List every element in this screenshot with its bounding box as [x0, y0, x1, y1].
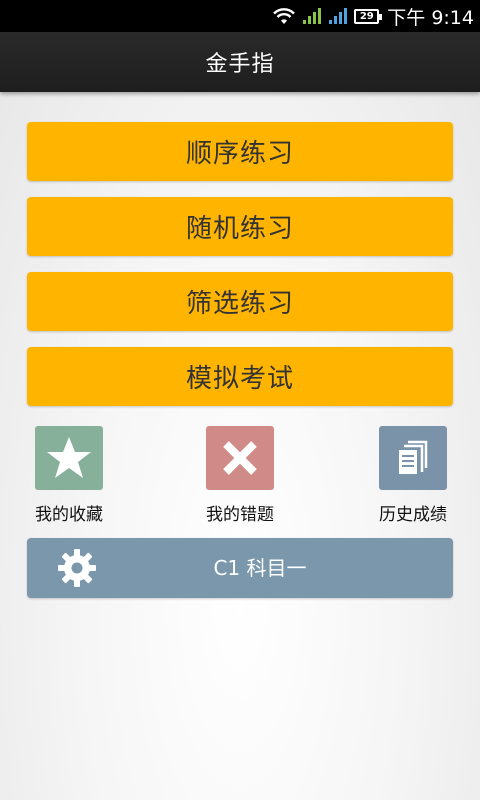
favorites-tile[interactable]: [35, 426, 103, 490]
close-icon: [223, 441, 257, 475]
filter-practice-button[interactable]: 筛选练习: [27, 272, 453, 331]
app-title: 金手指: [205, 52, 275, 77]
star-icon: [47, 437, 91, 478]
favorites-label: 我的收藏: [35, 505, 103, 525]
battery-icon: 29: [354, 8, 383, 24]
wifi-icon: [273, 8, 296, 24]
status-bar: 29 下午 9:14: [0, 0, 480, 32]
mock-exam-button[interactable]: 模拟考试: [27, 347, 453, 406]
history-scores-shortcut[interactable]: 历史成绩: [353, 426, 473, 525]
documents-icon: [399, 440, 428, 474]
subject-label: C1 科目一: [213, 556, 307, 580]
signal-icon: [329, 8, 348, 24]
wrong-questions-shortcut[interactable]: 我的错题: [180, 426, 300, 525]
wrong-questions-tile[interactable]: [206, 426, 274, 490]
status-time: 下午 9:14: [387, 6, 474, 29]
random-practice-button[interactable]: 随机练习: [27, 197, 453, 256]
history-scores-tile[interactable]: [379, 426, 447, 490]
sequential-practice-button[interactable]: 顺序练习: [27, 122, 453, 181]
app-bar: 金手指: [0, 32, 480, 92]
favorites-shortcut[interactable]: 我的收藏: [9, 426, 129, 525]
signal-icon: [303, 8, 322, 24]
wrong-questions-label: 我的错题: [206, 505, 274, 525]
subject-selector-button[interactable]: C1 科目一: [27, 538, 453, 598]
history-scores-label: 历史成绩: [379, 505, 447, 525]
status-icons: 29 下午 9:14: [272, 0, 474, 32]
